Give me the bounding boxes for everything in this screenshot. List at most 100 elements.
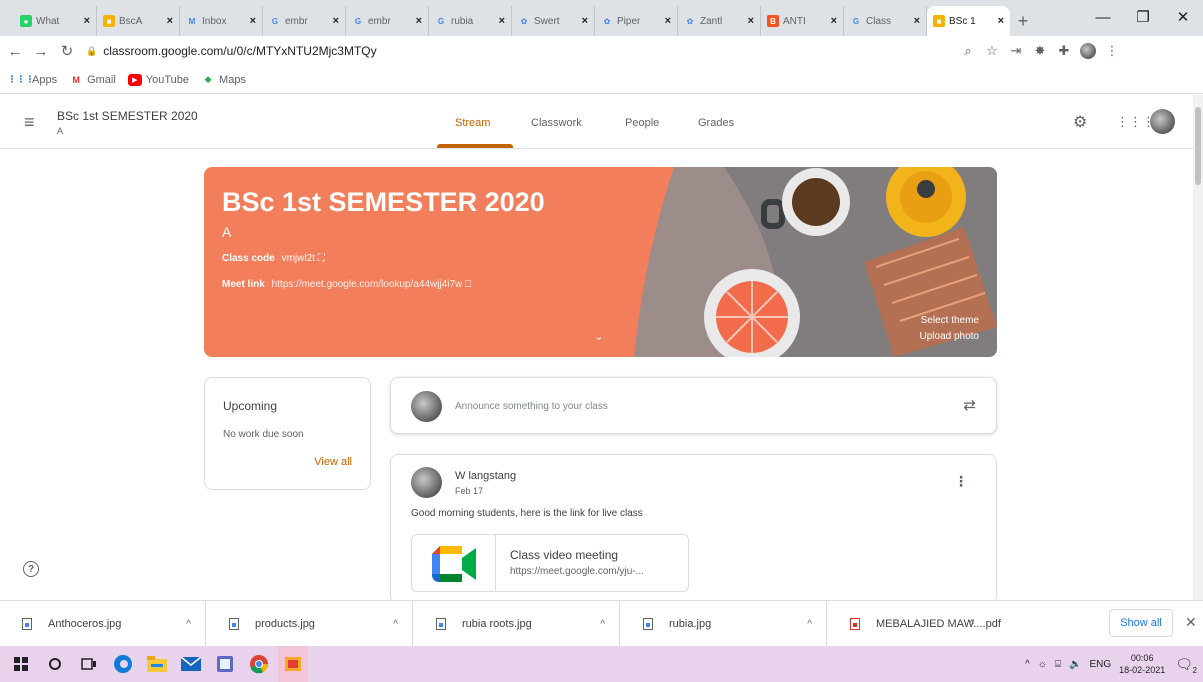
chevron-up-icon[interactable]: ^ [807, 619, 812, 630]
show-all-downloads-button[interactable]: Show all [1109, 609, 1173, 637]
file-explorer-icon[interactable] [142, 646, 172, 682]
reuse-post-icon[interactable]: ⇄ [963, 396, 976, 414]
extensions-puzzle-icon[interactable]: ✚ [1052, 40, 1076, 62]
chevron-up-icon[interactable]: ^ [393, 619, 398, 630]
meet-link-row: Meet link https://meet.google.com/lookup… [222, 279, 472, 290]
tab-classwork[interactable]: Classwork [531, 117, 582, 129]
chevron-up-icon[interactable]: ^ [186, 619, 191, 630]
download-item[interactable]: rubia roots.jpg ^ [414, 601, 620, 647]
new-tab-button[interactable]: + [1010, 6, 1036, 36]
clock[interactable]: 00:06 18-02-2021 [1119, 652, 1165, 676]
download-item[interactable]: MEBALAJIED MAW....pdf ^ [828, 601, 1034, 647]
extension-icon[interactable]: ✸ [1028, 40, 1052, 62]
mail-icon[interactable] [176, 646, 206, 682]
address-bar[interactable]: 🔒 classroom.google.com/u/0/c/MTYxNTU2Mjc… [86, 40, 956, 62]
browser-tab[interactable]: ✿ Zantl × [678, 6, 761, 36]
close-downloads-icon[interactable]: ✕ [1185, 614, 1197, 631]
back-icon[interactable]: ← [4, 40, 26, 62]
chevron-up-icon[interactable]: ^ [600, 619, 605, 630]
bookmark-star-icon[interactable]: ☆ [980, 40, 1004, 62]
tab-close-icon[interactable]: × [998, 15, 1004, 27]
browser-tab[interactable]: ■ BSc 1 × [927, 6, 1010, 36]
view-all-link[interactable]: View all [314, 456, 352, 468]
video-camera-icon[interactable]: ⎕ [465, 279, 471, 290]
search-icon[interactable] [40, 646, 70, 682]
announce-placeholder[interactable]: Announce something to your class [455, 401, 608, 412]
tab-close-icon[interactable]: × [499, 15, 505, 27]
tab-favicon-icon: G [271, 16, 279, 26]
post-body: Good morning students, here is the link … [411, 508, 643, 519]
tab-close-icon[interactable]: × [250, 15, 256, 27]
browser-tab[interactable]: G Class × [844, 6, 927, 36]
chrome-icon[interactable] [244, 646, 274, 682]
more-options-icon[interactable]: ⋮ [954, 473, 968, 490]
browser-tab[interactable]: Grubia × [429, 6, 512, 36]
upload-photo-button[interactable]: Upload photo [920, 331, 980, 342]
bookmark-apps[interactable]: ⋮⋮⋮ Apps [8, 74, 58, 86]
tab-close-icon[interactable]: × [582, 15, 588, 27]
maps-icon: ◆ [204, 74, 212, 84]
browser-tab[interactable]: M Inbox × [180, 6, 263, 36]
windows-start-icon[interactable] [6, 646, 36, 682]
meet-link[interactable]: https://meet.google.com/lookup/a44wjj4i7… [272, 279, 463, 290]
meet-attachment[interactable]: Class video meeting https://meet.google.… [411, 534, 689, 592]
chevron-down-icon[interactable]: ⌄ [594, 330, 603, 343]
tab-people[interactable]: People [625, 117, 659, 129]
edge-browser-icon[interactable] [108, 646, 138, 682]
browser-tab[interactable]: Gembr × [346, 6, 429, 36]
profile-avatar[interactable] [1076, 40, 1100, 62]
tab-grades[interactable]: Grades [698, 117, 734, 129]
browser-tab[interactable]: Gembr × [263, 6, 346, 36]
forward-icon[interactable]: → [30, 40, 52, 62]
browser-menu-icon[interactable]: ⋮ [1100, 40, 1124, 62]
tab-close-icon[interactable]: × [831, 15, 837, 27]
tab-close-icon[interactable]: × [665, 15, 671, 27]
fullscreen-code-icon[interactable]: ⛶ [318, 253, 325, 264]
show-hidden-icons-icon[interactable]: ^ [1025, 659, 1030, 670]
download-item[interactable]: Anthoceros.jpg ^ [0, 601, 206, 647]
download-item[interactable]: rubia.jpg ^ [621, 601, 827, 647]
page-scrollbar[interactable] [1193, 95, 1203, 600]
browser-tab[interactable]: B ANTI × [761, 6, 844, 36]
tab-close-icon[interactable]: × [748, 15, 754, 27]
tab-stream[interactable]: Stream [455, 117, 490, 129]
announce-box[interactable]: Announce something to your class ⇄ [390, 377, 997, 434]
reload-icon[interactable]: ↻ [56, 40, 78, 62]
network-icon[interactable]: ⌸ [1055, 659, 1061, 670]
chevron-up-icon[interactable]: ^ [969, 619, 974, 630]
tab-close-icon[interactable]: × [167, 15, 173, 27]
zoom-icon[interactable]: ⌕ [956, 40, 980, 62]
class-code-value[interactable]: vmjwl2t [282, 253, 315, 264]
browser-tab[interactable]: ■ BscA × [97, 6, 180, 36]
extension-arrow-icon[interactable]: ⇥ [1004, 40, 1028, 62]
notifications-icon[interactable]: 🗨 2 [1175, 656, 1197, 675]
help-icon[interactable]: ? [23, 561, 39, 577]
maximize-icon[interactable]: ❐ [1123, 0, 1163, 34]
photos-icon[interactable] [210, 646, 240, 682]
volume-icon[interactable]: 🔈 [1069, 659, 1081, 670]
minimize-icon[interactable]: — [1083, 0, 1123, 34]
scrollbar-thumb[interactable] [1195, 107, 1201, 185]
bookmark-gmail[interactable]: M Gmail [69, 74, 115, 86]
tab-close-icon[interactable]: × [416, 15, 422, 27]
tab-close-icon[interactable]: × [914, 15, 920, 27]
bookmark-youtube[interactable]: ▶ YouTube [127, 73, 189, 86]
bookmark-maps[interactable]: ◆ Maps [201, 74, 246, 86]
browser-tab[interactable]: ✿ Swert × [512, 6, 595, 36]
browser-tab[interactable]: ✿ Piper × [595, 6, 678, 36]
snipping-tool-icon[interactable] [278, 646, 308, 682]
tab-close-icon[interactable]: × [333, 15, 339, 27]
class-name[interactable]: BSc 1st SEMESTER 2020 [57, 109, 198, 123]
download-item[interactable]: products.jpg ^ [207, 601, 413, 647]
close-window-icon[interactable]: ✕ [1163, 0, 1203, 34]
main-menu-icon[interactable]: ≡ [24, 112, 35, 133]
input-language[interactable]: ENG [1090, 659, 1112, 670]
clock-time: 00:06 [1130, 653, 1154, 663]
system-tray-app-icon[interactable]: ☼ [1038, 659, 1047, 670]
class-settings-gear-icon[interactable]: ⚙ [1073, 112, 1087, 132]
account-avatar[interactable] [1150, 109, 1175, 134]
tab-close-icon[interactable]: × [84, 15, 90, 27]
browser-tab[interactable]: ● What × [14, 6, 97, 36]
task-view-icon[interactable] [74, 646, 104, 682]
select-theme-button[interactable]: Select theme [921, 315, 979, 326]
